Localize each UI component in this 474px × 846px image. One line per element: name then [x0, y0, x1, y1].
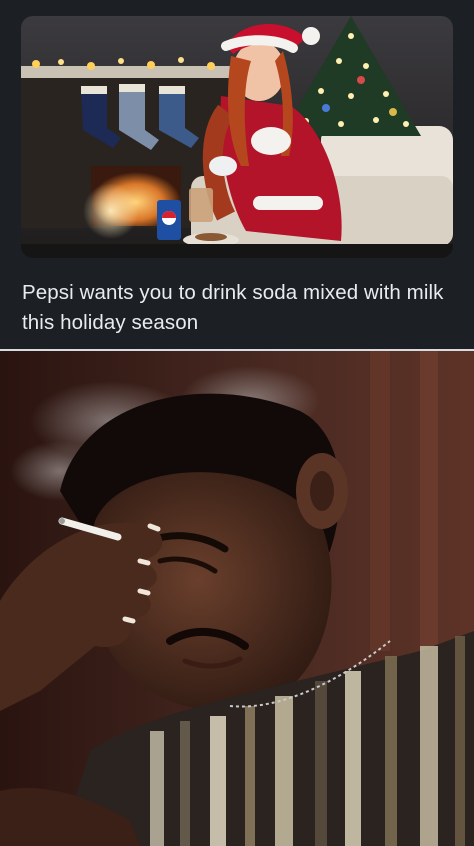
santa-pepsi-photo-icon: [21, 16, 453, 258]
bottom-photo[interactable]: [0, 351, 474, 846]
man-facepalm-smoking-icon: [0, 351, 474, 846]
meme-post: Pepsi wants you to drink soda mixed with…: [0, 0, 474, 350]
top-photo[interactable]: [21, 16, 453, 258]
pepsi-can-icon: [157, 200, 181, 240]
post-caption: Pepsi wants you to drink soda mixed with…: [22, 281, 444, 334]
